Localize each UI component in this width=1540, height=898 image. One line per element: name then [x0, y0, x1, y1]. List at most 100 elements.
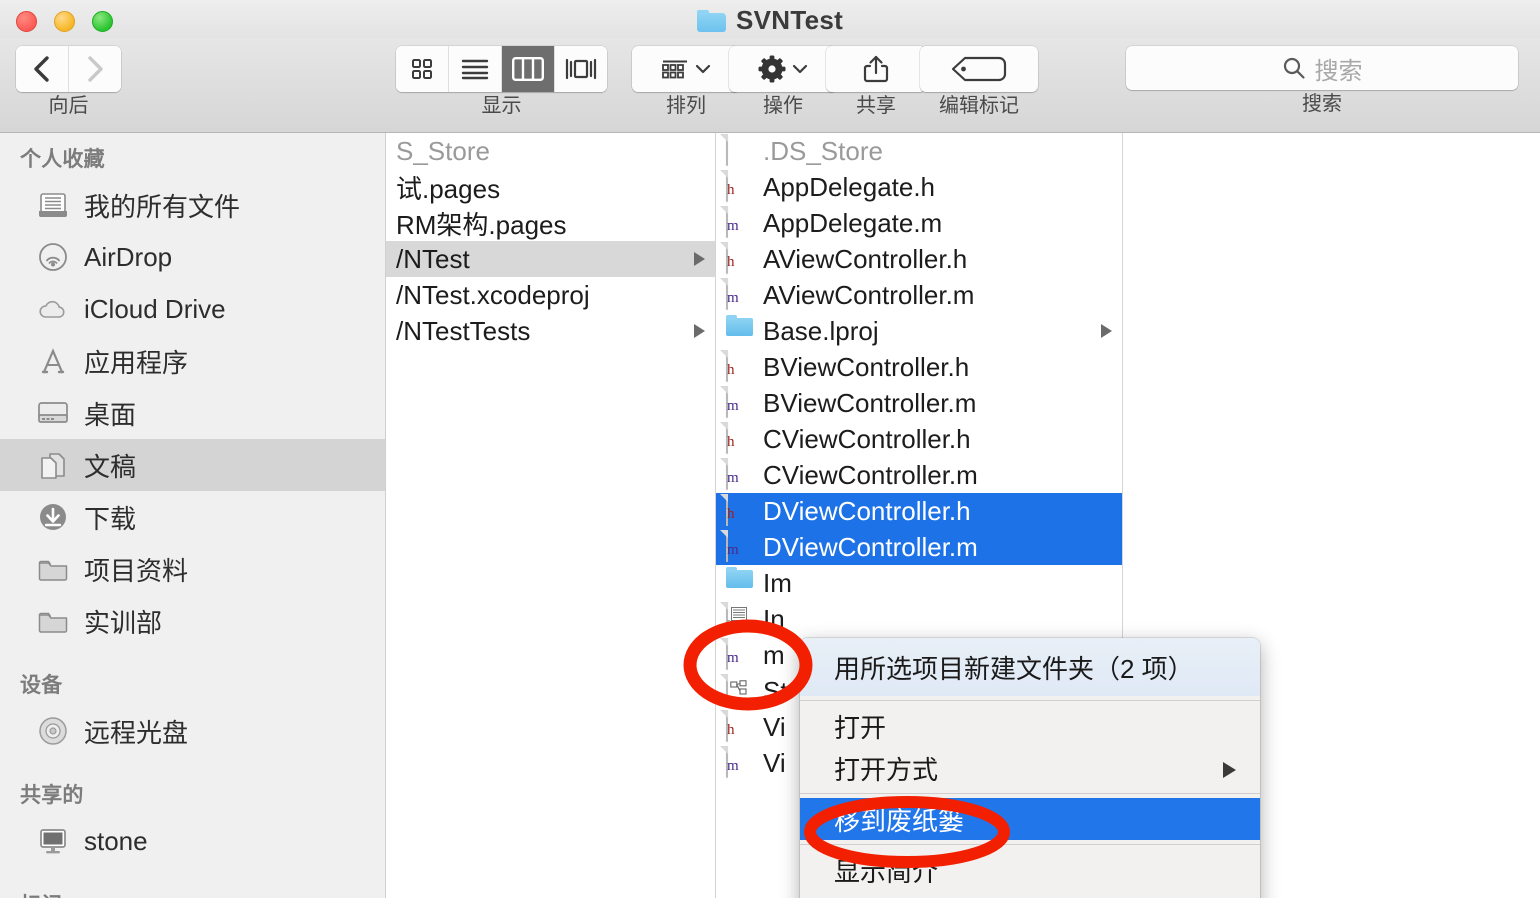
file-row[interactable]: h AViewController.h: [716, 241, 1122, 277]
menu-item-new-folder-with-selection[interactable]: 用所选项目新建文件夹（2 项）: [800, 638, 1260, 696]
toolbar: 向后 显示 排列 操作 共享 编辑标记 搜索 搜索: [0, 38, 1540, 133]
file-row[interactable]: /NTest.xcodeproj: [386, 277, 715, 313]
file-name: /NTest.xcodeproj: [396, 279, 590, 310]
view-segmented-control: [396, 46, 607, 92]
search-field[interactable]: 搜索: [1126, 46, 1518, 90]
sidebar-item-airdrop[interactable]: AirDrop: [0, 231, 385, 283]
menu-item-open[interactable]: 打开: [800, 705, 1260, 747]
objc-file-icon: m: [726, 638, 754, 671]
view-label: 显示: [481, 95, 522, 117]
sidebar-item-project-materials[interactable]: 项目资料: [0, 543, 385, 595]
share-button[interactable]: [826, 46, 926, 92]
file-name: DViewController.m: [763, 531, 978, 562]
menu-separator: [800, 700, 1260, 701]
objc-file-icon: m: [726, 746, 754, 779]
share-label: 共享: [856, 95, 896, 117]
search-label: 搜索: [1302, 93, 1342, 115]
file-name: DViewController.h: [763, 495, 971, 526]
file-row[interactable]: PLIST In: [716, 601, 1122, 637]
sidebar-item-label: 我的所有文件: [84, 191, 241, 222]
arrange-group: 排列: [632, 46, 740, 116]
menu-item-label: 打开方式: [834, 754, 939, 785]
sidebar-item-label: stone: [84, 825, 148, 856]
disclosure-arrow-icon: [694, 252, 705, 266]
sidebar-item-downloads[interactable]: 下载: [0, 491, 385, 543]
file-row-selected[interactable]: h DViewController.h: [716, 493, 1122, 529]
sidebar-item-documents[interactable]: 文稿: [0, 439, 385, 491]
sidebar-item-label: 实训部: [84, 607, 163, 638]
file-name: AppDelegate.h: [763, 171, 936, 202]
share-icon: [863, 54, 889, 84]
search-group: 搜索 搜索: [1126, 46, 1518, 114]
navigation-group: 向后: [16, 46, 121, 116]
header-file-icon: h: [726, 422, 754, 455]
file-row[interactable]: S_Store: [386, 133, 715, 169]
sidebar-section-favorites-header: 个人收藏: [20, 148, 105, 171]
file-row[interactable]: m BViewController.m: [716, 385, 1122, 421]
sidebar-section-tags-header: 标记: [0, 867, 385, 898]
list-view-button[interactable]: [449, 46, 502, 92]
sidebar-item-remote-disc[interactable]: 远程光盘: [0, 705, 385, 757]
forward-button[interactable]: [69, 46, 121, 92]
computer-icon: [36, 826, 70, 856]
file-row-selected[interactable]: /NTest: [386, 241, 715, 277]
column-1[interactable]: S_Store 试.pages RM架构.pages /NTest /NTest…: [386, 133, 716, 898]
file-name: Vi: [763, 747, 786, 778]
coverflow-view-button[interactable]: [555, 46, 607, 92]
header-file-icon: h: [726, 710, 754, 743]
sidebar-item-label: 项目资料: [84, 555, 189, 586]
sidebar[interactable]: 个人收藏 我的所有文件 AirDrop iCloud Drive 应用程序 桌面…: [0, 133, 386, 898]
file-row[interactable]: /NTestTests: [386, 313, 715, 349]
disclosure-arrow-icon: [694, 324, 705, 338]
sidebar-item-applications[interactable]: 应用程序: [0, 335, 385, 387]
file-name: In: [763, 603, 785, 634]
documents-icon: [36, 450, 70, 480]
file-row[interactable]: h AppDelegate.h: [716, 169, 1122, 205]
file-row-selected[interactable]: m DViewController.m: [716, 529, 1122, 565]
menu-item-compress[interactable]: 压缩 2 项: [800, 891, 1260, 898]
arrange-button[interactable]: [632, 46, 740, 92]
file-row[interactable]: m AppDelegate.m: [716, 205, 1122, 241]
file-name: .DS_Store: [763, 135, 883, 166]
tag-icon: [951, 56, 1007, 82]
nav-segmented-control: [16, 46, 121, 92]
action-button[interactable]: [729, 46, 837, 92]
file-row[interactable]: 试.pages: [386, 169, 715, 205]
menu-item-label: 显示简介: [834, 856, 939, 887]
sidebar-item-desktop[interactable]: 桌面: [0, 387, 385, 439]
gear-icon: [758, 55, 786, 83]
file-row[interactable]: m AViewController.m: [716, 277, 1122, 313]
window-title-text: SVNTest: [735, 5, 844, 35]
objc-file-icon: m: [726, 386, 754, 419]
file-row[interactable]: RM架构.pages: [386, 205, 715, 241]
menu-item-move-to-trash[interactable]: 移到废纸篓: [800, 798, 1260, 840]
menu-item-open-with[interactable]: 打开方式: [800, 747, 1260, 789]
file-row[interactable]: h BViewController.h: [716, 349, 1122, 385]
column-view-button[interactable]: [502, 46, 555, 92]
back-button[interactable]: [16, 46, 69, 92]
file-name: m: [763, 639, 785, 670]
downloads-icon: [36, 502, 70, 532]
icon-view-button[interactable]: [396, 46, 449, 92]
file-row[interactable]: .DS_Store: [716, 133, 1122, 169]
file-row[interactable]: m CViewController.m: [716, 457, 1122, 493]
sidebar-item-stone[interactable]: stone: [0, 815, 385, 867]
folder-row[interactable]: Base.lproj: [716, 313, 1122, 349]
submenu-arrow-icon: [1223, 762, 1236, 778]
sidebar-item-training-dept[interactable]: 实训部: [0, 595, 385, 647]
context-menu[interactable]: 用所选项目新建文件夹（2 项） 打开 打开方式 移到废纸篓 显示简介 压缩 2 …: [800, 638, 1260, 898]
edit-tags-button[interactable]: [920, 46, 1038, 92]
objc-file-icon: m: [726, 458, 754, 491]
search-icon: [1282, 56, 1306, 80]
finder-window: SVNTest 向后 显示 排列 操作 共享 编辑标记 搜索 搜索 个人收藏 我…: [0, 0, 1540, 898]
sidebar-item-all-my-files[interactable]: 我的所有文件: [0, 179, 385, 231]
menu-item-get-info[interactable]: 显示简介: [800, 849, 1260, 891]
sidebar-item-icloud-drive[interactable]: iCloud Drive: [0, 283, 385, 335]
sidebar-item-label: 应用程序: [84, 347, 189, 378]
file-name: BViewController.h: [763, 351, 970, 382]
menu-item-label: 用所选项目新建文件夹（2 项）: [834, 653, 1194, 684]
disclosure-arrow-icon: [1101, 324, 1112, 338]
folder-row[interactable]: Im: [716, 565, 1122, 601]
window-title: SVNTest: [0, 5, 1540, 36]
file-row[interactable]: h CViewController.h: [716, 421, 1122, 457]
